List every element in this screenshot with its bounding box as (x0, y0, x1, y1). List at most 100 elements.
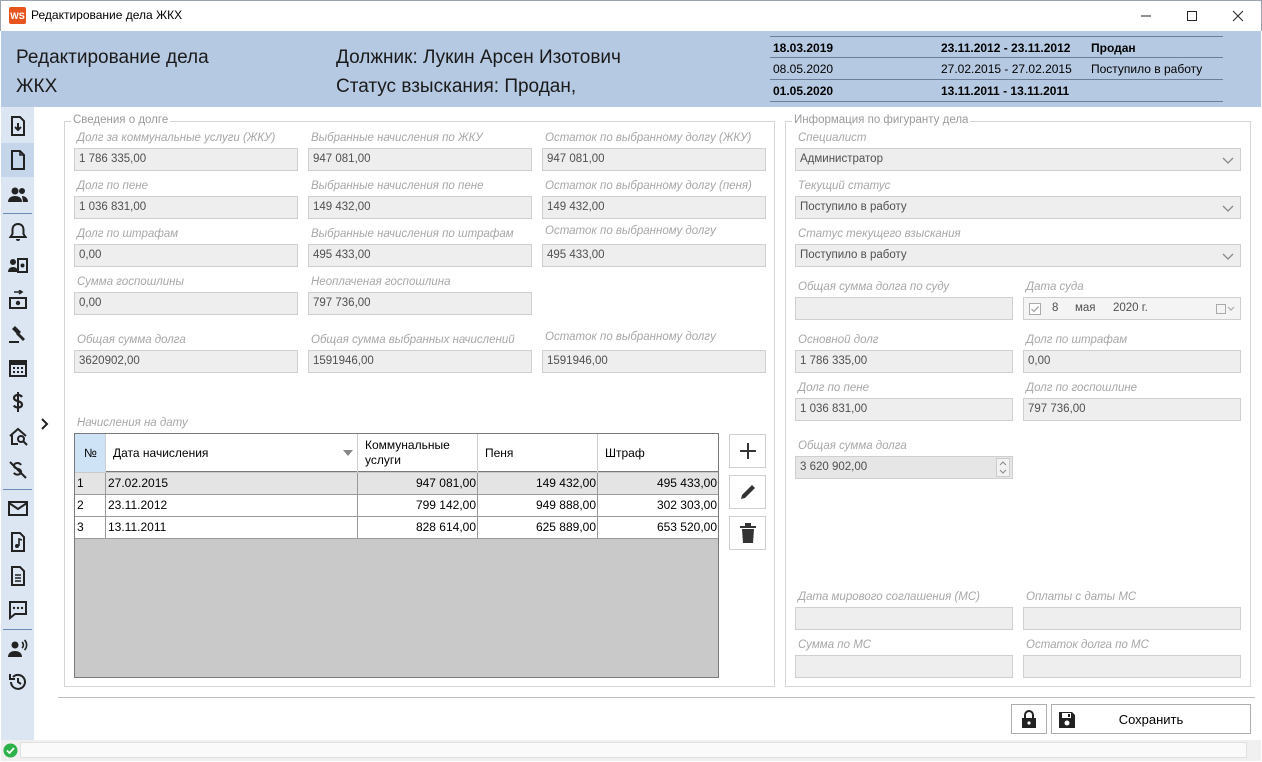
history-row[interactable]: 08.05.2020 27.02.2015 - 27.02.2015 Посту… (770, 58, 1223, 80)
column-header-num[interactable]: № (75, 434, 106, 472)
history-icon (8, 673, 26, 690)
sidebar-item-history[interactable] (1, 665, 34, 699)
money-transfer-icon (8, 290, 27, 309)
house-search-icon (8, 427, 28, 446)
calendar-dropdown-icon (1216, 304, 1235, 314)
utilities-remainder-field[interactable]: 947 081,00 (542, 148, 766, 171)
add-charge-button[interactable] (729, 434, 766, 468)
sidebar-item-case[interactable] (1, 143, 34, 177)
collection-status-select[interactable]: Поступило в работу (795, 244, 1241, 267)
maximize-icon (1187, 10, 1197, 21)
window-title: Редактирование дела ЖКХ (31, 8, 183, 22)
penalty-remainder-field[interactable]: 149 432,00 (542, 196, 766, 219)
sidebar-item-write-off[interactable] (1, 453, 34, 487)
penalty-debt-field[interactable]: 1 036 831,00 (74, 196, 298, 219)
fine-debt-field[interactable]: 0,00 (1023, 350, 1241, 373)
charges-table: № Дата начисления Коммунальные услуги Пе… (74, 433, 719, 678)
sidebar-item-notifications[interactable] (1, 215, 34, 249)
users-icon (7, 187, 28, 202)
save-button[interactable]: Сохранить (1051, 704, 1251, 734)
fines-remainder-field[interactable]: 495 433,00 (542, 244, 766, 267)
table-row[interactable]: 3 13.11.2011 828 614,00 625 889,00 653 5… (75, 517, 718, 539)
court-total-field[interactable] (795, 297, 1013, 320)
delete-charge-button[interactable] (729, 516, 766, 550)
edit-charge-button[interactable] (729, 475, 766, 509)
no-money-icon (8, 461, 27, 479)
sidebar-item-persons[interactable] (1, 177, 34, 211)
sidebar-item-import[interactable] (1, 109, 34, 143)
table-row[interactable]: 1 27.02.2015 947 081,00 149 432,00 495 4… (75, 473, 718, 495)
column-header-fine[interactable]: Штраф (598, 434, 718, 472)
bottom-divider (58, 697, 1255, 698)
page-title-line2: ЖКХ (16, 76, 58, 97)
specialist-select[interactable]: Администратор (795, 148, 1241, 171)
sidebar-item-comments[interactable] (1, 593, 34, 627)
utilities-debt-field[interactable]: 1 786 335,00 (74, 148, 298, 171)
expand-panel-button[interactable] (38, 416, 52, 432)
minimize-button[interactable] (1123, 0, 1169, 31)
maximize-button[interactable] (1169, 0, 1215, 31)
field-label: Оплаты с даты МС (1026, 591, 1137, 603)
selected-utilities-field[interactable]: 947 081,00 (308, 148, 532, 171)
fines-debt-field[interactable]: 0,00 (74, 244, 298, 267)
main-debt-field[interactable]: 1 786 335,00 (795, 350, 1013, 373)
debtor-name: Должник: Лукин Арсен Изотович (336, 47, 621, 68)
floppy-disk-icon (1059, 712, 1075, 728)
chat-icon (8, 601, 27, 620)
sidebar-separator (3, 629, 32, 630)
sidebar-item-calendar[interactable] (1, 351, 34, 385)
settlement-date-field[interactable] (795, 607, 1013, 630)
table-row[interactable]: 2 23.11.2012 799 142,00 949 888,00 302 3… (75, 495, 718, 517)
column-header-penalty[interactable]: Пеня (478, 434, 598, 472)
sidebar-item-property[interactable] (1, 419, 34, 453)
sidebar-item-court[interactable] (1, 317, 34, 351)
calendar-icon (8, 360, 27, 377)
total-debt-spinner[interactable]: 3 620 902,00 (795, 456, 1013, 479)
field-label: Долг по штрафам (1026, 334, 1128, 346)
sidebar-item-mail[interactable] (1, 491, 34, 525)
mail-icon (7, 501, 28, 516)
payments-since-field[interactable] (1023, 607, 1241, 630)
sidebar-item-passport[interactable] (1, 249, 34, 283)
sidebar-item-finance[interactable] (1, 385, 34, 419)
current-status-select[interactable]: Поступило в работу (795, 196, 1241, 219)
duty-debt-field[interactable]: 797 736,00 (1023, 398, 1241, 421)
column-header-utilities[interactable]: Коммунальные услуги (358, 434, 478, 472)
column-header-date[interactable]: Дата начисления (106, 434, 358, 472)
field-label: Дата мирового соглашения (МС) (798, 591, 981, 603)
selected-fines-field[interactable]: 495 433,00 (308, 244, 532, 267)
selected-penalty-field[interactable]: 149 432,00 (308, 196, 532, 219)
sidebar-separator (3, 213, 32, 214)
history-row[interactable]: 01.05.2020 13.11.2011 - 13.11.2011 (770, 80, 1223, 102)
penalty-debt-info-field[interactable]: 1 036 831,00 (795, 398, 1013, 421)
settlement-sum-field[interactable] (795, 655, 1013, 678)
sidebar-item-calls[interactable] (1, 631, 34, 665)
bell-icon (8, 222, 27, 241)
history-row[interactable]: 18.03.2019 23.11.2012 - 23.11.2012 Прода… (770, 36, 1223, 58)
field-label: Остаток по выбранному долгу (545, 331, 716, 343)
sidebar-item-payments[interactable] (1, 283, 34, 317)
court-date-picker[interactable]: 8 мая 2020 г. (1023, 297, 1241, 320)
text-file-icon (10, 566, 25, 586)
settlement-rest-field[interactable] (1023, 655, 1241, 678)
chevron-down-icon (1222, 253, 1234, 260)
chevron-down-icon (1222, 205, 1234, 212)
total-remainder-field[interactable]: 1591946,00 (542, 350, 766, 373)
info-legend: Информация по фигуранту дела (792, 114, 971, 126)
title-bar (0, 0, 1262, 31)
sidebar-item-audio[interactable] (1, 525, 34, 559)
sidebar-item-documents[interactable] (1, 559, 34, 593)
lock-button[interactable] (1011, 704, 1047, 734)
field-label: Долг по госпошлине (1026, 382, 1138, 394)
unpaid-duty-field[interactable]: 797 736,00 (308, 292, 532, 315)
field-label: Общая сумма долга по суду (798, 281, 950, 293)
field-label: Долг за коммунальные услуги (ЖКУ) (77, 132, 276, 144)
total-debt-field[interactable]: 3620902,00 (74, 350, 298, 373)
state-duty-field[interactable]: 0,00 (74, 292, 298, 315)
close-button[interactable] (1215, 0, 1261, 31)
plus-icon (739, 443, 756, 459)
total-selected-field[interactable]: 1591946,00 (308, 350, 532, 373)
id-card-icon (7, 258, 28, 273)
music-file-icon (10, 532, 25, 552)
status-ok-icon (3, 743, 18, 758)
